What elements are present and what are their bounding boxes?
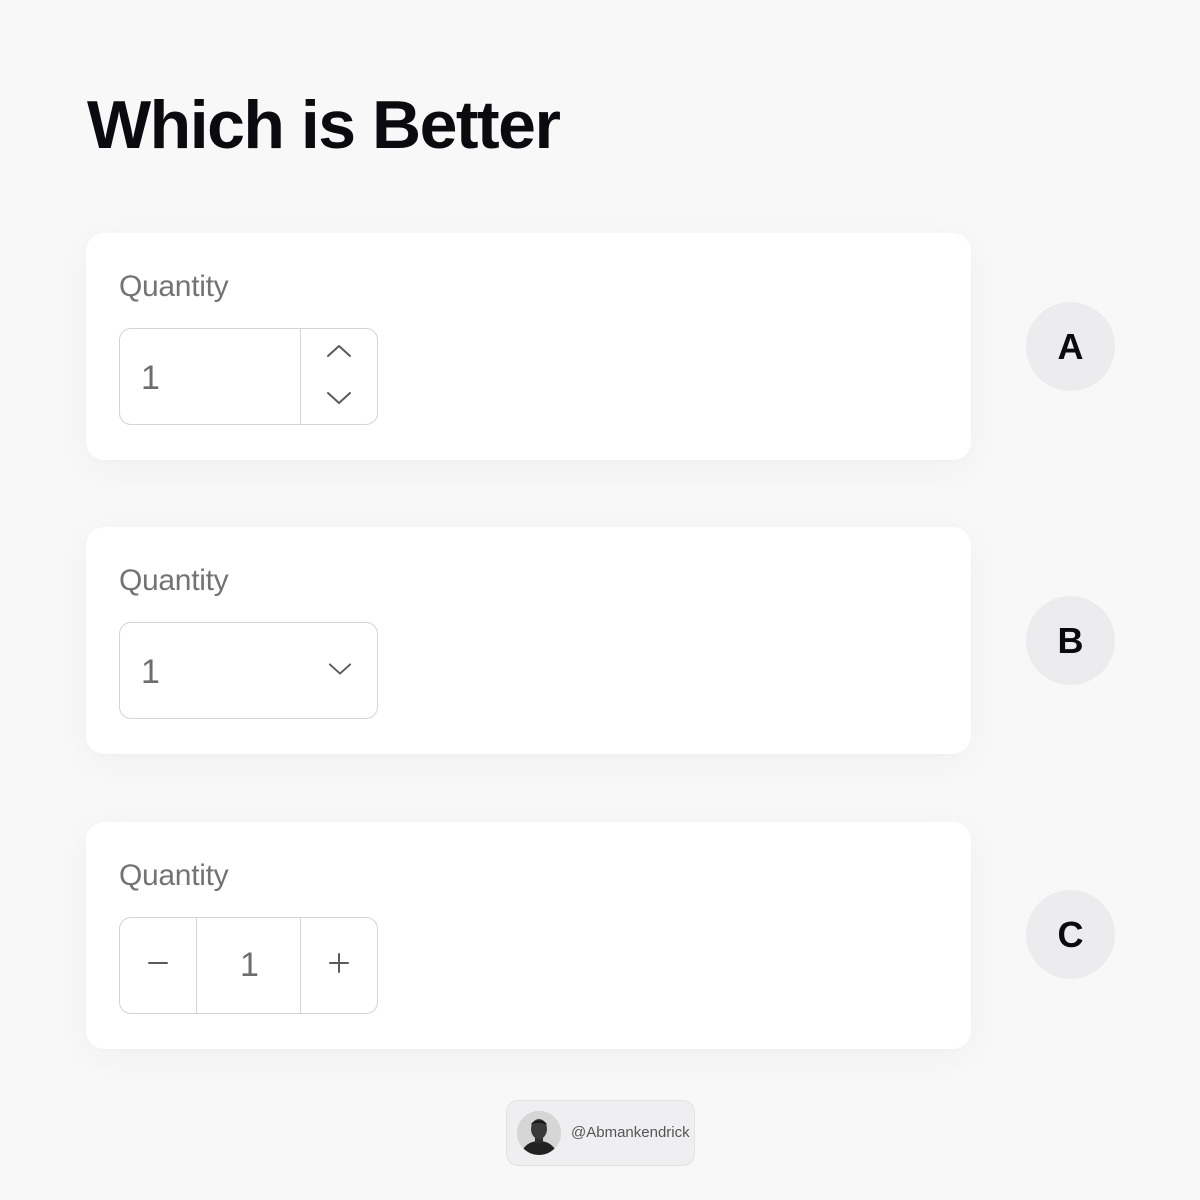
option-badge-c: C [1026,890,1115,979]
author-handle: @Abmankendrick [571,1124,690,1141]
quantity-label: Quantity [119,564,229,597]
quantity-number-input[interactable]: 1 [119,328,378,425]
quantity-label: Quantity [119,270,229,303]
avatar [517,1111,561,1155]
option-card-c: Quantity 1 [86,822,971,1049]
chevron-down-icon [328,657,352,681]
increment-button[interactable] [300,918,377,1013]
decrement-button[interactable] [301,376,377,424]
quantity-label: Quantity [119,859,229,892]
quantity-select[interactable]: 1 [119,622,378,719]
option-card-b: Quantity 1 [86,527,971,754]
chevron-down-icon [326,390,352,411]
quantity-value: 1 [141,653,160,691]
page-title: Which is Better [87,87,561,163]
increment-button[interactable] [301,329,377,377]
option-badge-b: B [1026,596,1115,685]
quantity-stepper: 1 [119,917,378,1014]
minus-icon [147,952,169,979]
option-card-a: Quantity 1 [86,233,971,460]
plus-icon [328,952,350,979]
arrow-stepper [300,329,377,424]
author-credit[interactable]: @Abmankendrick [506,1100,695,1166]
quantity-value[interactable]: 1 [197,918,302,1013]
decrement-button[interactable] [120,918,197,1013]
quantity-value[interactable]: 1 [141,358,160,398]
option-badge-a: A [1026,302,1115,391]
chevron-up-icon [326,343,352,364]
